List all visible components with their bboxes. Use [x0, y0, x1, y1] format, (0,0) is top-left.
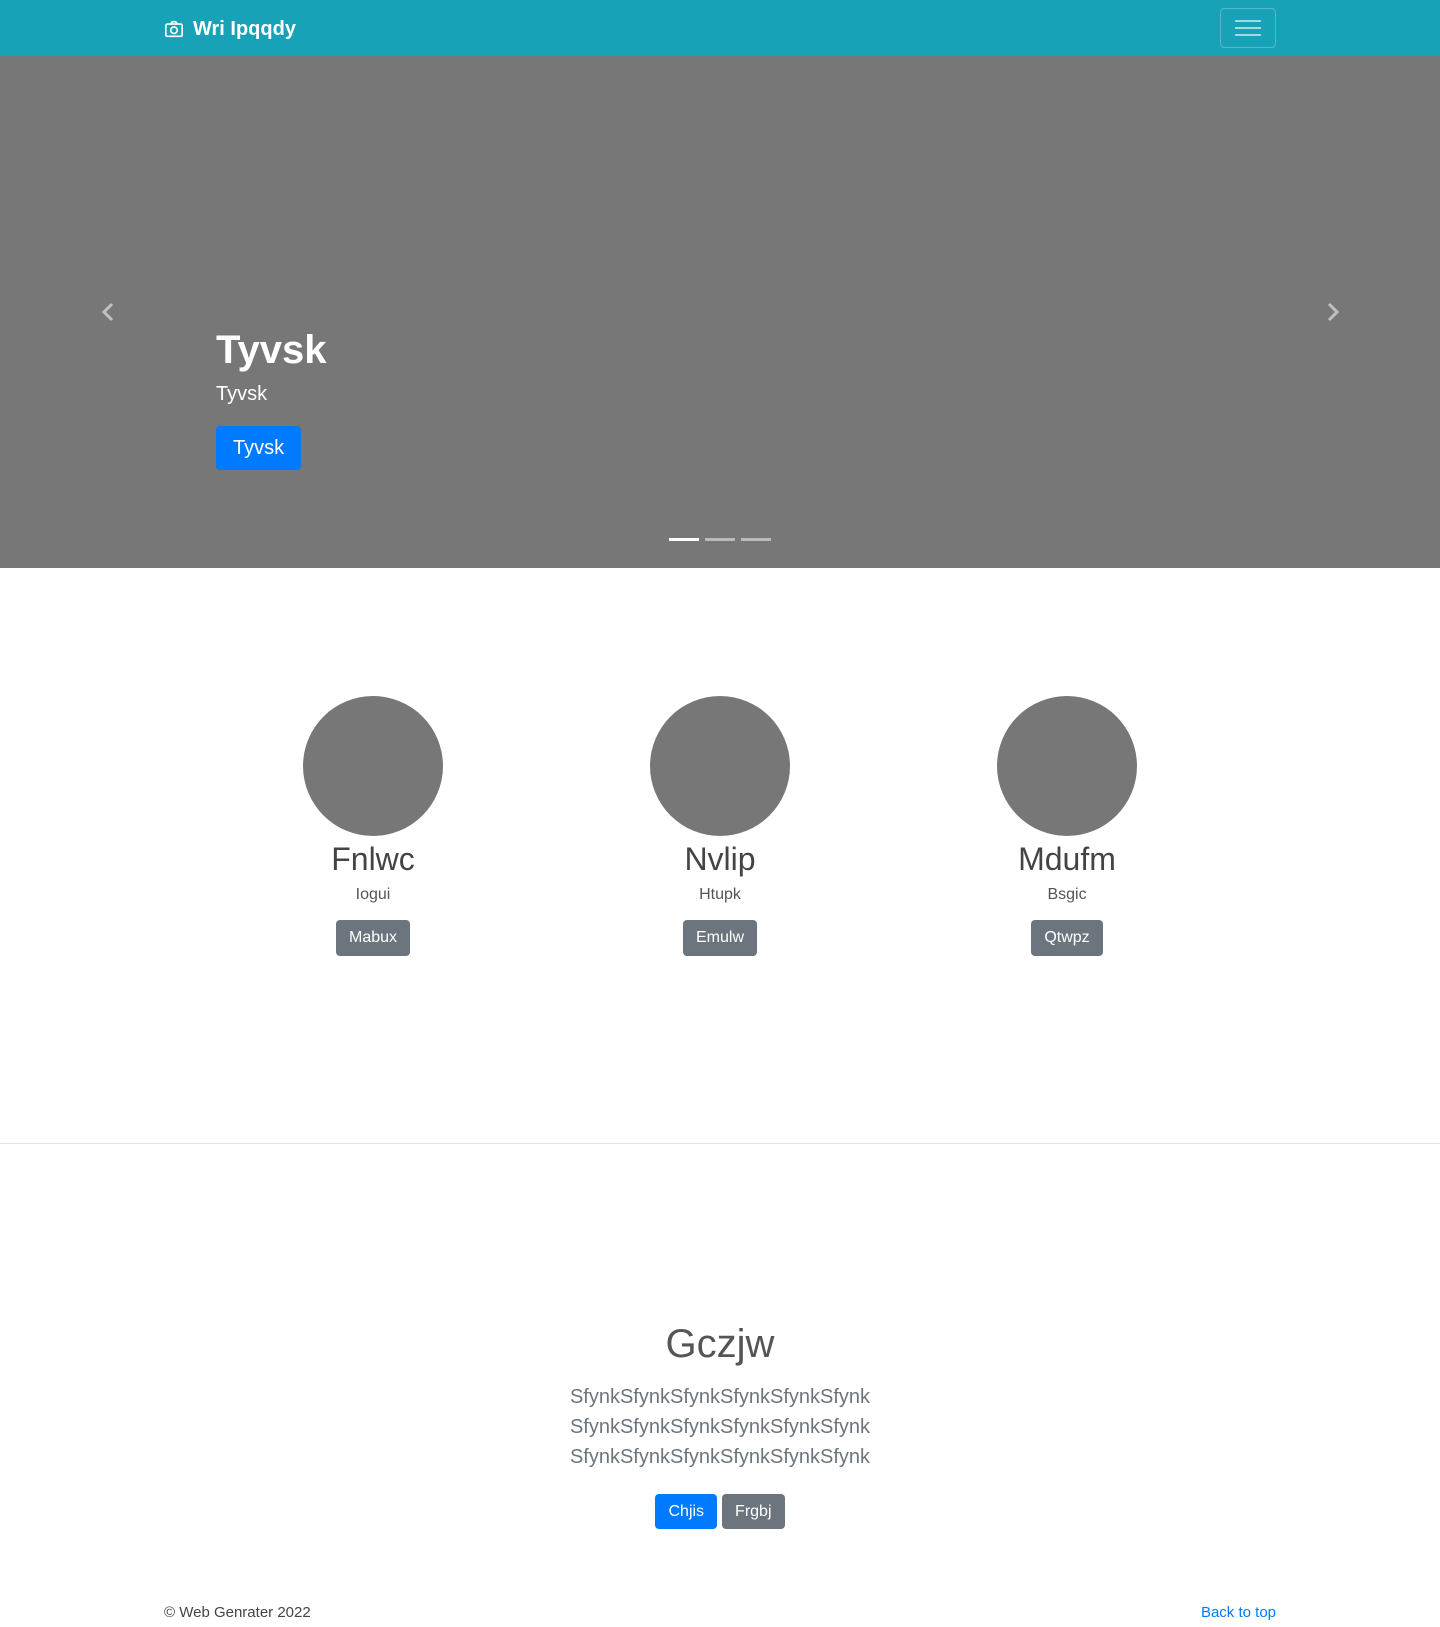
feature-column: Fnlwc Iogui Mabux	[223, 696, 523, 956]
jumbotron-primary-button[interactable]: Chjis	[655, 1494, 718, 1530]
jumbotron-lead: SfynkSfynkSfynkSfynkSfynkSfynk SfynkSfyn…	[569, 1386, 871, 1468]
feature-subtitle: Bsgic	[1047, 886, 1087, 904]
camera-icon	[165, 20, 183, 38]
carousel-prev-button[interactable]	[0, 56, 215, 568]
section-divider	[0, 1143, 1440, 1144]
feature-button[interactable]: Mabux	[335, 920, 411, 956]
carousel-next-button[interactable]	[1225, 56, 1440, 568]
feature-column: Nvlip Htupk Emulw	[570, 696, 870, 956]
carousel-caption: Tyvsk Tyvsk Tyvsk	[216, 326, 326, 470]
navbar: Wri Ipqqdy	[0, 0, 1440, 56]
chevron-right-icon	[1327, 302, 1339, 322]
brand-link[interactable]: Wri Ipqqdy	[164, 14, 296, 44]
hamburger-icon	[1235, 20, 1261, 36]
back-to-top-link[interactable]: Back to top	[1201, 1604, 1276, 1621]
feature-subtitle: Htupk	[699, 886, 741, 904]
feature-button[interactable]: Emulw	[682, 920, 757, 956]
feature-column: Mdufm Bsgic Qtwpz	[917, 696, 1217, 956]
carousel-indicator-3[interactable]	[741, 538, 771, 541]
brand-label: Wri Ipqqdy	[193, 17, 296, 40]
feature-image-placeholder	[997, 696, 1137, 836]
jumbotron: Gczjw SfynkSfynkSfynkSfynkSfynkSfynk Sfy…	[0, 1320, 1440, 1530]
carousel-text: Tyvsk	[216, 383, 268, 405]
chevron-left-icon	[101, 302, 113, 322]
jumbotron-buttons: Chjis Frgbj	[0, 1494, 1440, 1530]
feature-subtitle: Iogui	[355, 886, 391, 904]
carousel-indicators	[0, 538, 1440, 541]
carousel-title: Tyvsk	[216, 328, 327, 372]
navbar-toggler-button[interactable]	[1220, 8, 1276, 48]
feature-name: Fnlwc	[331, 841, 415, 877]
jumbotron-title: Gczjw	[665, 1322, 775, 1366]
jumbotron-secondary-button[interactable]: Frgbj	[722, 1494, 785, 1530]
feature-button[interactable]: Qtwpz	[1031, 920, 1103, 956]
carousel-indicator-1[interactable]	[669, 538, 699, 541]
feature-name: Nvlip	[684, 841, 756, 877]
feature-name: Mdufm	[1018, 841, 1116, 877]
carousel-cta-button[interactable]: Tyvsk	[216, 426, 302, 470]
carousel-indicator-2[interactable]	[705, 538, 735, 541]
feature-image-placeholder	[650, 696, 790, 836]
footer-copyright: © Web Genrater 2022	[164, 1604, 311, 1621]
feature-image-placeholder	[303, 696, 443, 836]
carousel: Tyvsk Tyvsk Tyvsk	[0, 56, 1440, 568]
